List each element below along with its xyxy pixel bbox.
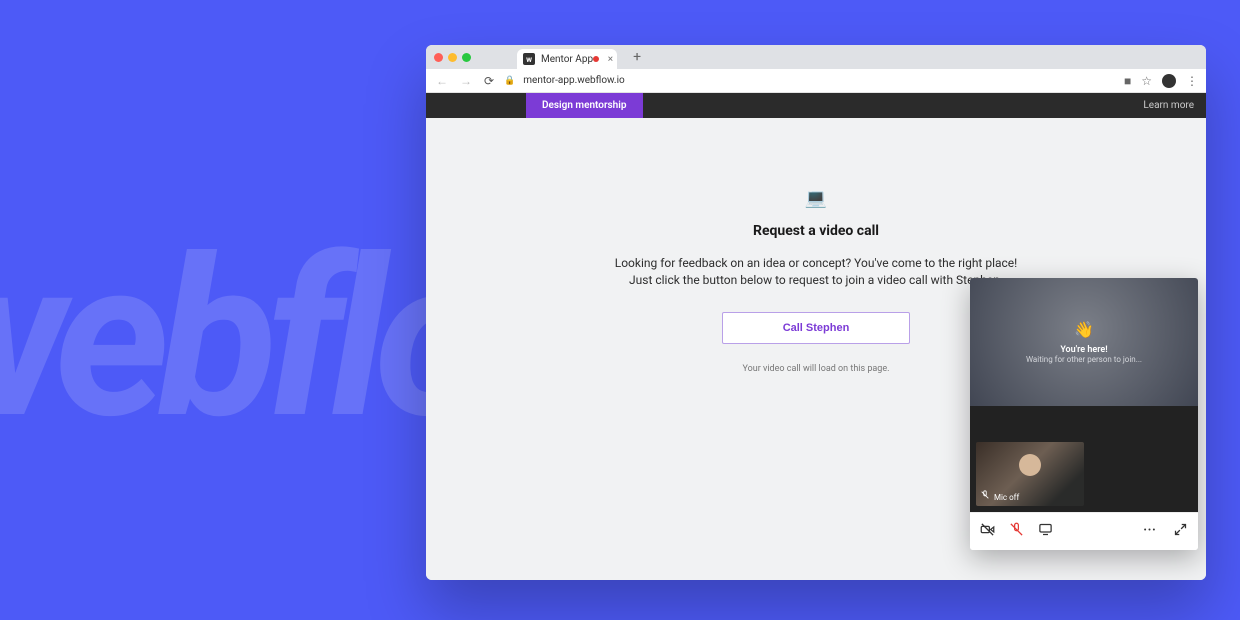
- self-portrait-icon: [1019, 454, 1041, 476]
- browser-tabstrip: w Mentor App × +: [426, 45, 1206, 69]
- tab-title: Mentor App: [541, 54, 593, 65]
- recording-indicator-icon: [593, 56, 599, 62]
- video-waiting-label: Waiting for other person to join...: [1026, 355, 1142, 364]
- favicon-icon: w: [523, 53, 535, 65]
- window-traffic-lights: [434, 53, 511, 62]
- forward-icon[interactable]: →: [458, 74, 474, 88]
- maximize-window-icon[interactable]: [462, 53, 471, 62]
- video-call-widget: 👋 You're here! Waiting for other person …: [970, 278, 1198, 550]
- wave-hand-icon: 👋: [1074, 320, 1094, 339]
- video-here-label: You're here!: [1060, 345, 1107, 355]
- browser-tab[interactable]: w Mentor App ×: [517, 49, 617, 69]
- back-icon[interactable]: ←: [434, 74, 450, 88]
- video-controls-bar: [970, 512, 1198, 550]
- mic-off-icon: [980, 490, 990, 502]
- call-button[interactable]: Call Stephen: [722, 312, 911, 344]
- expand-icon[interactable]: [1173, 522, 1188, 541]
- more-options-icon[interactable]: [1142, 522, 1157, 541]
- browser-window: w Mentor App × + ← → ⟳ 🔒 mentor-app.webf…: [426, 45, 1206, 580]
- camera-off-icon[interactable]: [980, 522, 995, 541]
- mic-off-button-icon[interactable]: [1009, 522, 1024, 541]
- desc-line-2: Just click the button below to request t…: [629, 273, 1003, 287]
- desc-line-1: Looking for feedback on an idea or conce…: [615, 256, 1018, 270]
- mic-off-label: Mic off: [994, 493, 1019, 502]
- video-self-panel: Mic off: [970, 406, 1198, 512]
- main-content: 💻 Request a video call Looking for feedb…: [426, 118, 1206, 580]
- close-tab-icon[interactable]: ×: [608, 54, 613, 65]
- site-header: Design mentorship Learn more: [426, 93, 1206, 118]
- page-description: Looking for feedback on an idea or conce…: [615, 255, 1018, 290]
- page-title: Request a video call: [753, 223, 879, 239]
- header-pill[interactable]: Design mentorship: [526, 93, 643, 118]
- minimize-window-icon[interactable]: [448, 53, 457, 62]
- browser-address-bar: ← → ⟳ 🔒 mentor-app.webflow.io ■ ☆ ⋮: [426, 69, 1206, 93]
- subnote: Your video call will load on this page.: [742, 364, 889, 374]
- laptop-icon: 💻: [805, 188, 827, 209]
- learn-more-link[interactable]: Learn more: [1143, 100, 1194, 111]
- lock-icon: 🔒: [504, 76, 515, 86]
- profile-avatar-icon[interactable]: [1162, 74, 1176, 88]
- screenshare-icon[interactable]: [1038, 522, 1053, 541]
- camera-indicator-icon[interactable]: ■: [1124, 74, 1131, 88]
- browser-menu-icon[interactable]: ⋮: [1186, 74, 1198, 88]
- reload-icon[interactable]: ⟳: [482, 74, 496, 88]
- video-waiting-panel: 👋 You're here! Waiting for other person …: [970, 278, 1198, 406]
- url-text[interactable]: mentor-app.webflow.io: [523, 75, 1116, 86]
- bookmark-icon[interactable]: ☆: [1141, 74, 1152, 88]
- new-tab-button[interactable]: +: [623, 49, 651, 65]
- close-window-icon[interactable]: [434, 53, 443, 62]
- self-video-thumbnail: Mic off: [976, 442, 1084, 506]
